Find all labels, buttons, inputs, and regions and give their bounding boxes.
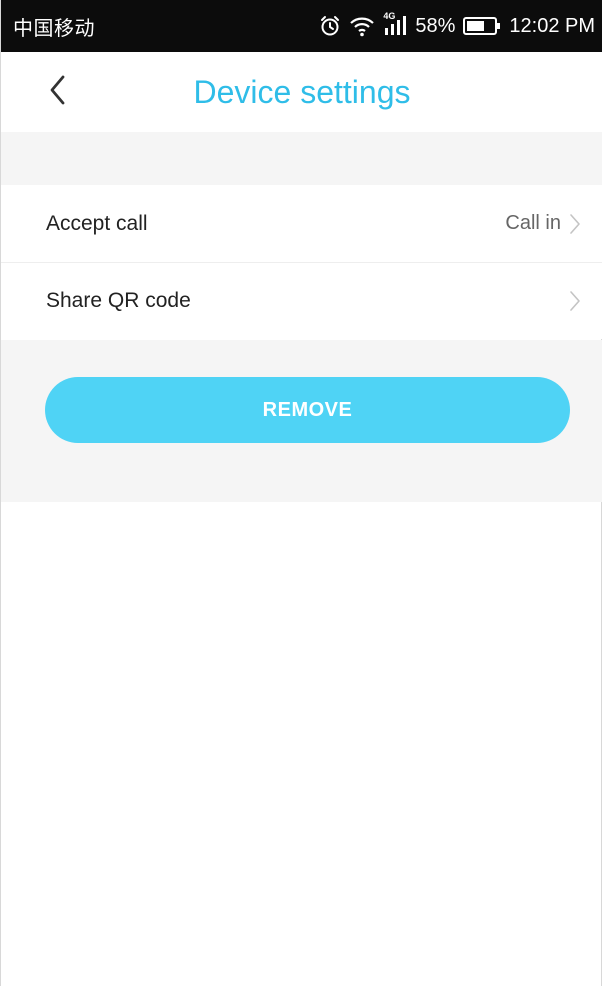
battery-icon	[463, 16, 501, 36]
chevron-right-icon	[569, 213, 581, 235]
carrier-name: 中国移动	[13, 15, 95, 40]
network-type: 4G	[383, 11, 396, 21]
clock-time: 12:02 PM	[509, 14, 595, 37]
battery-percent: 58%	[415, 14, 456, 37]
accept-call-label: Accept call	[46, 211, 148, 235]
status-bar: 中国移动 4G 58% 12:02 PM	[1, 0, 602, 52]
status-icons: 4G 58% 12:02 PM	[319, 11, 595, 38]
accept-call-row[interactable]: Accept call Call in	[1, 185, 602, 262]
page-title: Device settings	[193, 74, 411, 110]
share-qr-code-row[interactable]: Share QR code	[1, 262, 602, 339]
app-header: Device settings	[1, 52, 602, 132]
remove-button[interactable]: REMOVE	[45, 377, 570, 443]
chevron-right-icon	[569, 290, 581, 312]
wifi-icon	[349, 15, 375, 37]
signal-icon: 4G	[383, 11, 407, 37]
settings-list: Accept call Call in Share QR code	[1, 185, 602, 339]
share-qr-code-label: Share QR code	[46, 289, 191, 312]
accept-call-value: Call in	[505, 212, 561, 234]
alarm-icon	[319, 15, 341, 37]
app-screen: 中国移动 4G 58% 12:02 PM Device settings Acc…	[0, 0, 602, 986]
section-spacer	[1, 132, 602, 185]
